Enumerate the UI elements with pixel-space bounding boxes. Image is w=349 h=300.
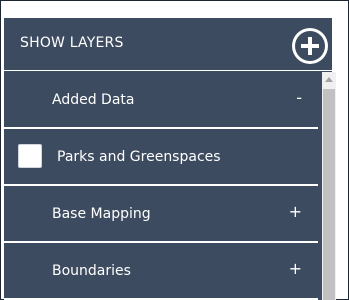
layer-group-label: Base Mapping [52,206,151,222]
expand-toggle[interactable]: + [289,203,302,221]
layers-panel: SHOW LAYERS Added Data - Parks and Green… [4,18,336,300]
add-layer-button[interactable] [292,28,328,64]
layer-group-boundaries[interactable]: Boundaries + [4,243,318,300]
layer-label[interactable]: Parks and Greenspaces [57,149,221,165]
scroll-up-button[interactable] [322,72,336,88]
layers-panel-header: SHOW LAYERS [4,18,332,71]
collapse-toggle[interactable]: - [296,89,302,107]
layer-list-scrollbar[interactable] [322,72,336,300]
layer-group-label: Boundaries [52,263,131,279]
layer-list: Added Data - Parks and Greenspaces Base … [4,72,318,300]
layer-group-added-data[interactable]: Added Data - [4,72,318,129]
expand-toggle[interactable]: + [289,260,302,278]
layer-group-label: Added Data [52,92,135,108]
layer-group-base-mapping[interactable]: Base Mapping + [4,186,318,243]
panel-title: SHOW LAYERS [20,35,124,51]
layer-item-parks-and-greenspaces: Parks and Greenspaces [4,129,318,186]
scrollbar-thumb[interactable] [323,89,335,300]
layer-visibility-checkbox[interactable] [18,144,42,168]
plus-circle-icon [295,31,325,61]
chevron-up-icon [325,77,333,82]
